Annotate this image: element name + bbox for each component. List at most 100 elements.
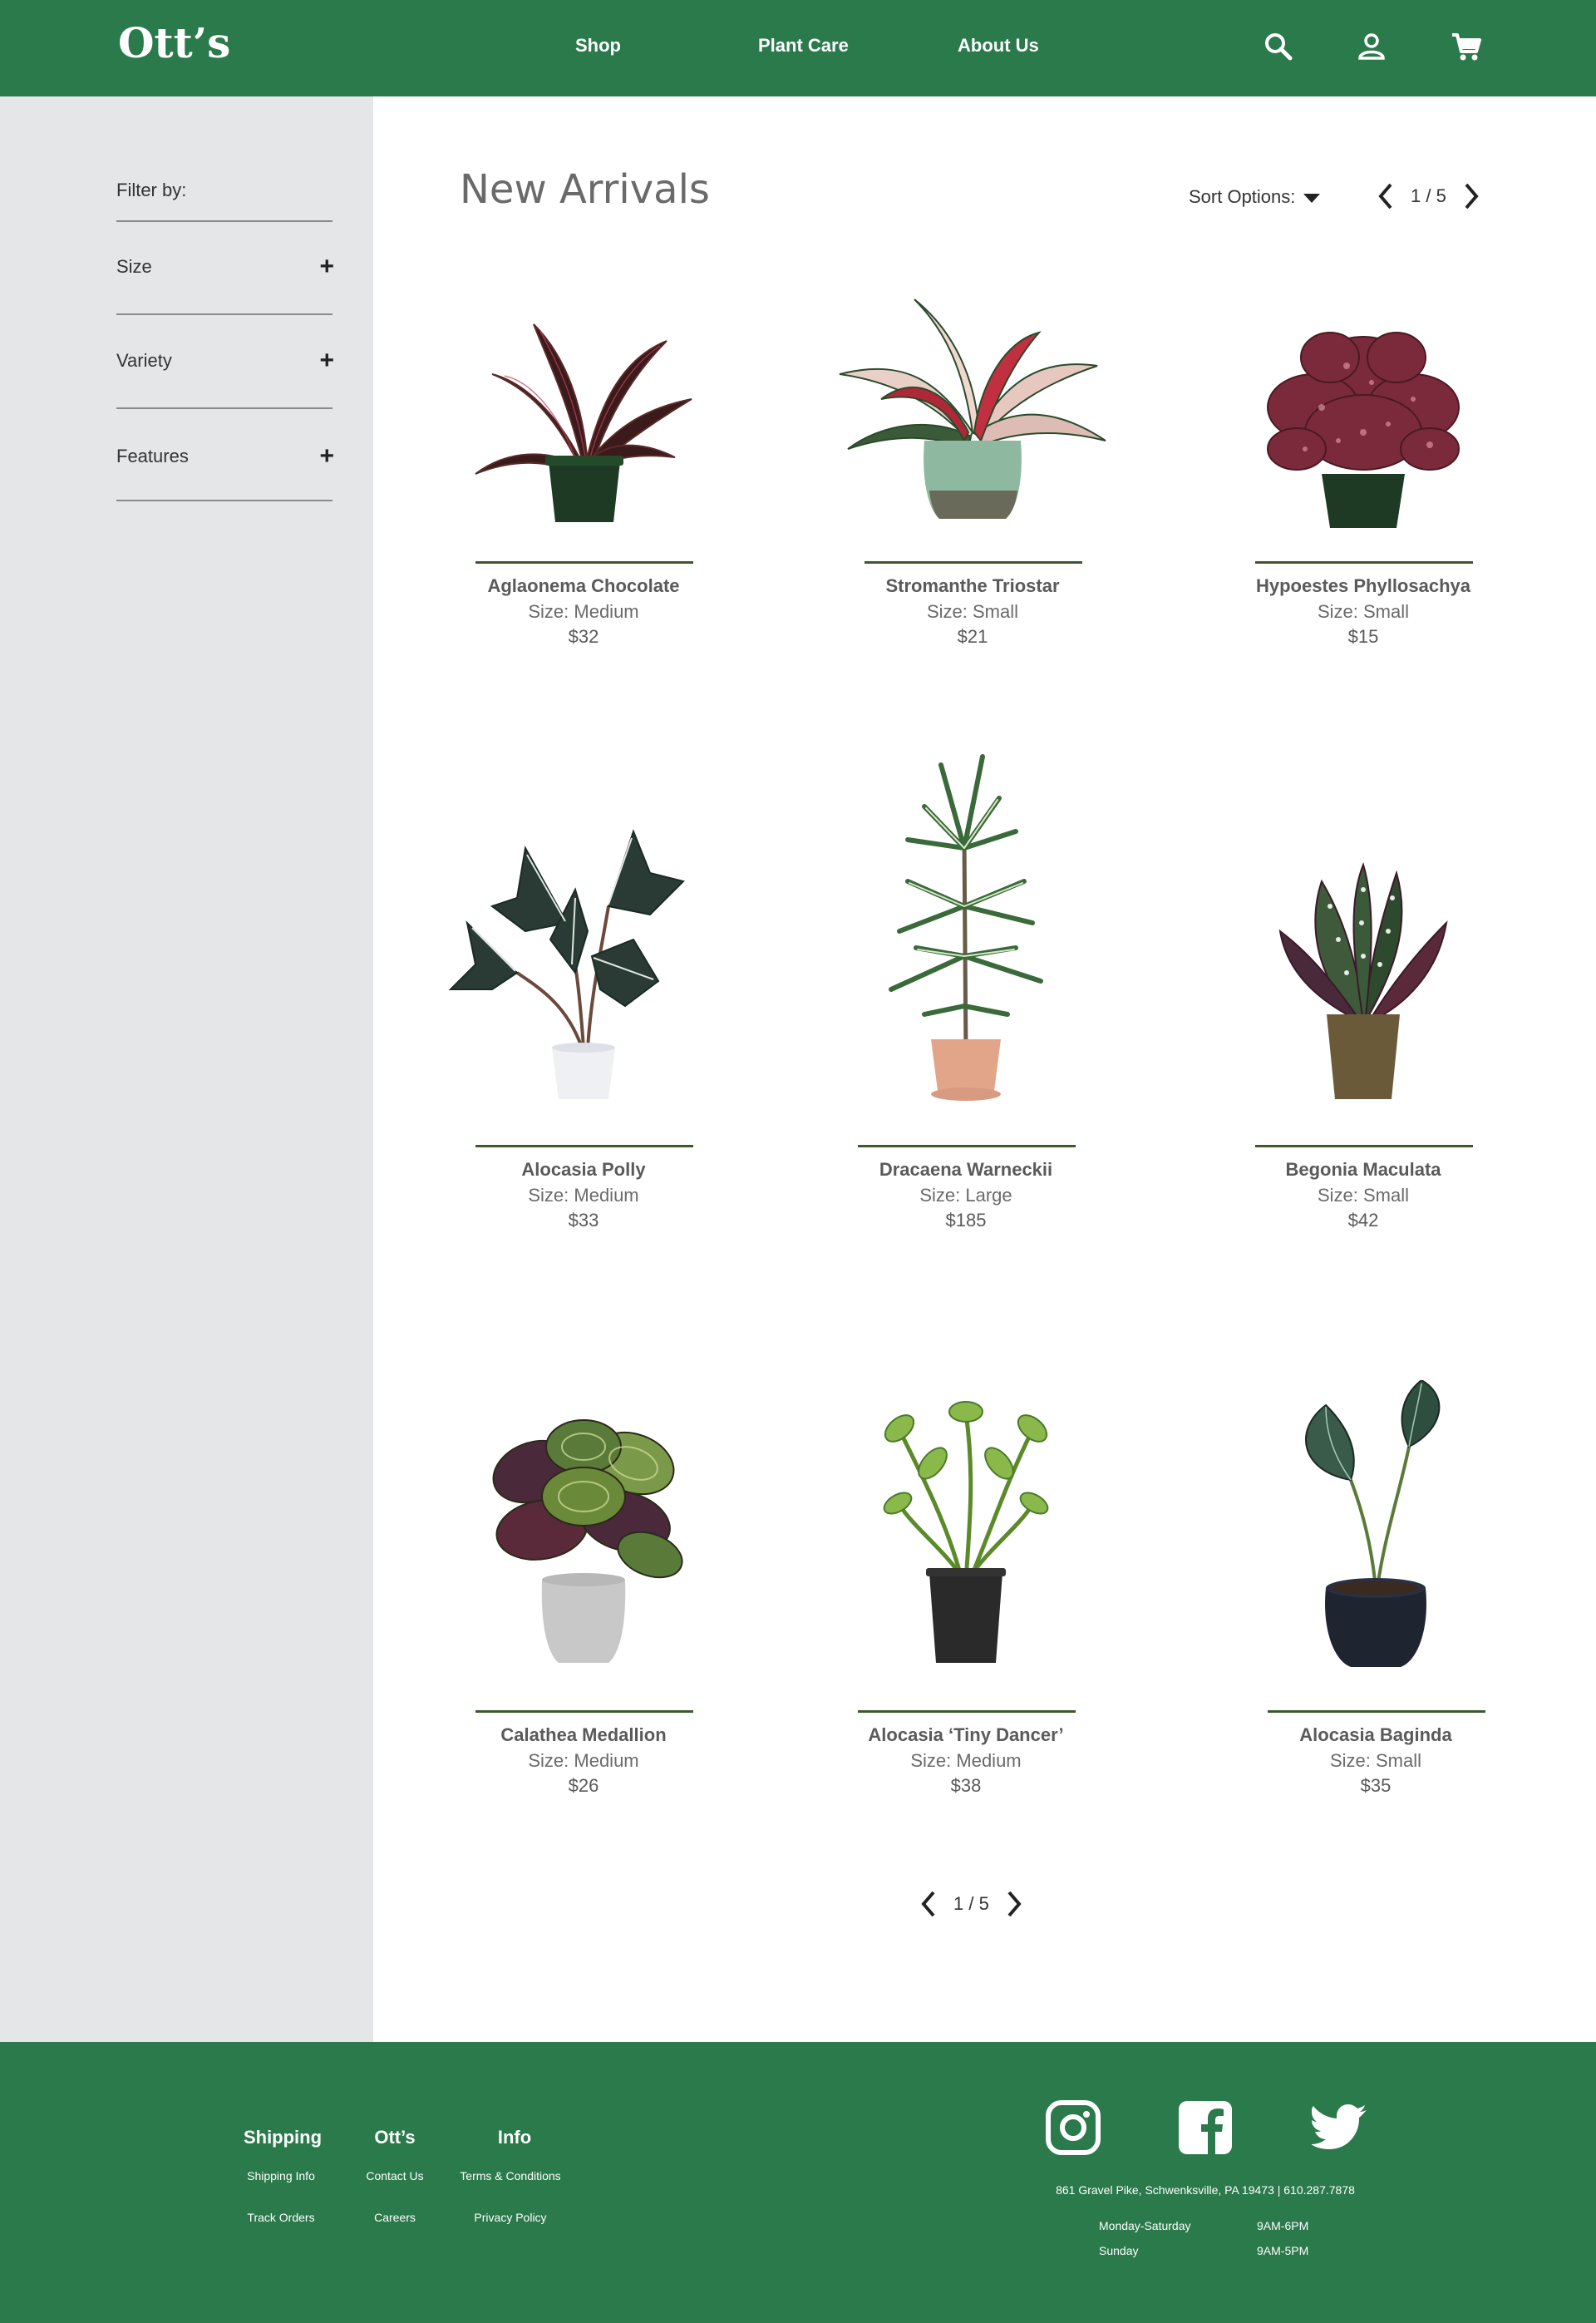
plant-image[interactable] bbox=[442, 740, 725, 1106]
card-divider bbox=[1255, 1145, 1473, 1147]
product-size: Size: Medium bbox=[528, 1185, 639, 1206]
plant-image[interactable] bbox=[1222, 283, 1505, 532]
product-card[interactable]: Alocasia Polly Size: Medium $33 bbox=[442, 740, 725, 1239]
card-divider bbox=[864, 561, 1082, 564]
site-logo[interactable]: Ott’s bbox=[118, 18, 230, 67]
product-price: $38 bbox=[950, 1775, 982, 1796]
filter-divider bbox=[116, 407, 332, 409]
filter-title: Filter by: bbox=[116, 180, 187, 200]
product-name[interactable]: Aglaonema Chocolate bbox=[442, 575, 725, 597]
card-divider bbox=[858, 1710, 1076, 1713]
product-size: Size: Small bbox=[1329, 1750, 1422, 1771]
footer-link-contact-us[interactable]: Contact Us bbox=[328, 2169, 461, 2182]
footer-link-careers[interactable]: Careers bbox=[328, 2211, 461, 2224]
hours-time: 9AM-5PM bbox=[1257, 2244, 1309, 2257]
product-name[interactable]: Hypoestes Phyllosachya bbox=[1222, 575, 1505, 597]
product-card[interactable]: Aglaonema Chocolate Size: Medium $32 bbox=[442, 283, 725, 657]
product-name[interactable]: Begonia Maculata bbox=[1222, 1159, 1505, 1181]
footer-info-title: Info bbox=[497, 2127, 532, 2148]
card-divider bbox=[475, 561, 693, 564]
caret-down-icon bbox=[1303, 193, 1321, 203]
product-price: $32 bbox=[568, 626, 599, 647]
site-footer bbox=[0, 2042, 1596, 2323]
card-divider bbox=[475, 1145, 693, 1147]
filter-variety-label: Variety bbox=[116, 350, 172, 371]
product-name[interactable]: Alocasia ‘Tiny Dancer’ bbox=[825, 1724, 1107, 1746]
product-size: Size: Small bbox=[926, 601, 1019, 622]
twitter-icon[interactable] bbox=[1312, 2099, 1370, 2157]
card-divider bbox=[1255, 561, 1473, 564]
footer-otts-title: Ott’s bbox=[374, 2127, 416, 2148]
sort-options-label: Sort Options: bbox=[1189, 186, 1296, 207]
product-card[interactable]: Alocasia ‘Tiny Dancer’ Size: Medium $38 bbox=[825, 1380, 1107, 1813]
product-card[interactable]: Begonia Maculata Size: Small $42 bbox=[1222, 740, 1505, 1239]
product-price: $33 bbox=[568, 1210, 599, 1231]
filter-divider bbox=[116, 500, 332, 501]
plant-image[interactable] bbox=[442, 1380, 725, 1671]
nav-plant-care[interactable]: Plant Care bbox=[758, 35, 849, 57]
product-card[interactable]: Dracaena Warneckii Size: Large $185 bbox=[825, 740, 1107, 1239]
nav-shop[interactable]: Shop bbox=[575, 35, 621, 57]
site-header: Ott’s Shop Plant Care About Us bbox=[0, 0, 1596, 96]
filter-size-label: Size bbox=[116, 256, 152, 277]
footer-link-track-orders[interactable]: Track Orders bbox=[214, 2211, 347, 2224]
product-name[interactable]: Calathea Medallion bbox=[442, 1724, 725, 1746]
expand-plus-icon[interactable]: + bbox=[319, 253, 334, 281]
plant-image[interactable] bbox=[831, 283, 1114, 532]
search-icon[interactable] bbox=[1262, 30, 1295, 63]
product-size: Size: Large bbox=[919, 1185, 1012, 1206]
product-name[interactable]: Alocasia Polly bbox=[442, 1159, 725, 1181]
hours-time: 9AM-6PM bbox=[1257, 2219, 1309, 2232]
filter-size[interactable]: Size + bbox=[116, 253, 334, 281]
card-divider bbox=[1268, 1710, 1485, 1713]
product-price: $42 bbox=[1347, 1210, 1379, 1231]
facebook-icon[interactable] bbox=[1176, 2099, 1234, 2157]
product-price: $26 bbox=[568, 1775, 599, 1796]
plant-image[interactable] bbox=[1234, 1380, 1517, 1671]
filter-sidebar bbox=[0, 96, 373, 2042]
store-address: 861 Gravel Pike, Schwenksville, PA 19473… bbox=[1056, 2183, 1355, 2197]
expand-plus-icon[interactable]: + bbox=[319, 442, 334, 471]
expand-plus-icon[interactable]: + bbox=[319, 347, 334, 375]
plant-image[interactable] bbox=[1222, 740, 1505, 1106]
filter-variety[interactable]: Variety + bbox=[116, 347, 334, 375]
product-size: Size: Small bbox=[1317, 601, 1410, 622]
product-name[interactable]: Alocasia Baginda bbox=[1234, 1724, 1517, 1746]
page-indicator: 1 / 5 bbox=[953, 1893, 989, 1914]
cart-icon[interactable] bbox=[1450, 30, 1483, 63]
page-indicator: 1 / 5 bbox=[1411, 185, 1446, 206]
footer-link-shipping-info[interactable]: Shipping Info bbox=[214, 2169, 347, 2182]
product-price: $21 bbox=[957, 626, 988, 647]
chevron-left-icon[interactable] bbox=[1376, 181, 1396, 211]
footer-link-terms[interactable]: Terms & Conditions bbox=[444, 2169, 577, 2182]
product-price: $15 bbox=[1347, 626, 1379, 647]
chevron-right-icon[interactable] bbox=[1461, 181, 1481, 211]
plant-image[interactable] bbox=[825, 1380, 1107, 1671]
filter-features-label: Features bbox=[116, 446, 189, 466]
product-size: Size: Medium bbox=[910, 1750, 1022, 1771]
plant-image[interactable] bbox=[825, 740, 1107, 1106]
instagram-icon[interactable] bbox=[1044, 2099, 1102, 2157]
product-name[interactable]: Dracaena Warneckii bbox=[825, 1159, 1107, 1181]
product-price: $185 bbox=[945, 1210, 987, 1231]
product-card[interactable]: Stromanthe Triostar Size: Small $21 bbox=[831, 283, 1114, 657]
product-name[interactable]: Stromanthe Triostar bbox=[831, 575, 1114, 597]
product-card[interactable]: Hypoestes Phyllosachya Size: Small $15 bbox=[1222, 283, 1505, 657]
filter-divider bbox=[116, 313, 332, 315]
chevron-right-icon[interactable] bbox=[1004, 1889, 1024, 1919]
plant-image[interactable] bbox=[442, 283, 725, 532]
account-icon[interactable] bbox=[1355, 30, 1388, 63]
footer-link-privacy[interactable]: Privacy Policy bbox=[444, 2211, 577, 2224]
product-card[interactable]: Calathea Medallion Size: Medium $26 bbox=[442, 1380, 725, 1813]
pagination-bottom: 1 / 5 bbox=[919, 1889, 1024, 1919]
chevron-left-icon[interactable] bbox=[919, 1889, 938, 1919]
product-size: Size: Medium bbox=[528, 601, 639, 622]
sort-options-dropdown[interactable]: Sort Options: bbox=[1189, 186, 1321, 208]
nav-about-us[interactable]: About Us bbox=[958, 35, 1039, 57]
product-card[interactable]: Alocasia Baginda Size: Small $35 bbox=[1234, 1380, 1517, 1813]
filter-features[interactable]: Features + bbox=[116, 442, 334, 470]
card-divider bbox=[858, 1145, 1076, 1147]
filter-divider bbox=[116, 220, 332, 222]
product-size: Size: Medium bbox=[528, 1750, 639, 1771]
hours-days: Sunday bbox=[1099, 2244, 1139, 2257]
